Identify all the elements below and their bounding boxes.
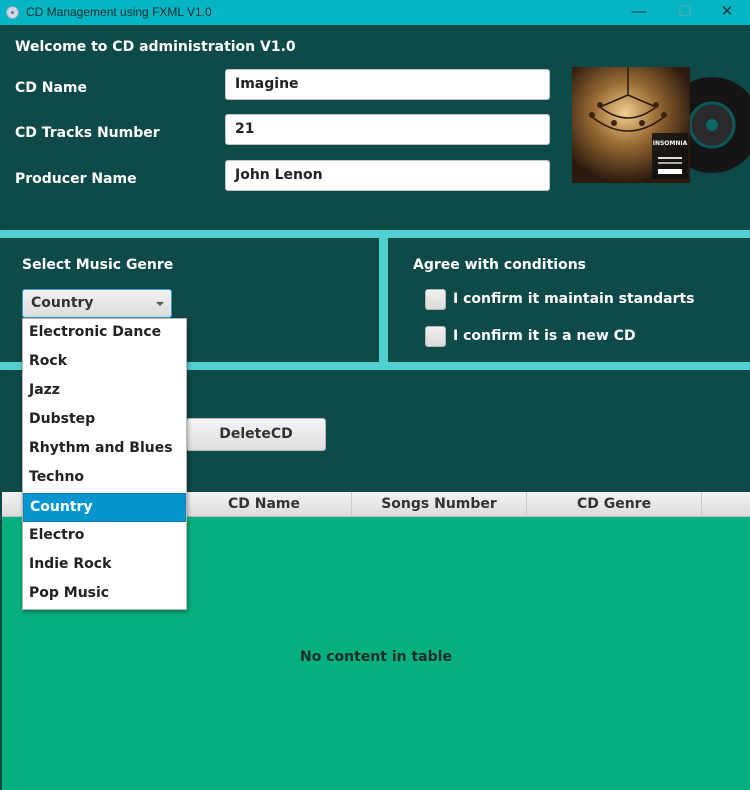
- genre-option[interactable]: Rhythm and Blues: [23, 435, 186, 464]
- producer-name-label: Producer Name: [15, 171, 137, 187]
- genre-combobox[interactable]: Country: [22, 289, 172, 318]
- conditions-label: Agree with conditions: [413, 257, 587, 273]
- genre-option[interactable]: Electro: [23, 522, 186, 551]
- window-title: CD Management using FXML V1.0: [26, 5, 212, 19]
- producer-name-field[interactable]: John Lenon: [225, 160, 550, 191]
- genre-dropdown-list[interactable]: Electronic Dance Rock Jazz Dubstep Rhyth…: [22, 318, 187, 610]
- form-heading: Welcome to CD administration V1.0: [15, 39, 296, 55]
- column-header-songs-number[interactable]: Songs Number: [352, 492, 527, 517]
- genre-option[interactable]: Techno: [23, 464, 186, 493]
- genre-label: Select Music Genre: [22, 257, 174, 273]
- column-header-cd-genre[interactable]: CD Genre: [527, 492, 702, 517]
- genre-option[interactable]: Indie Rock: [23, 551, 186, 580]
- svg-text:INSOMNIA: INSOMNIA: [653, 140, 688, 147]
- maintain-standards-checkbox[interactable]: [425, 289, 446, 310]
- maintain-standards-label: I confirm it maintain standarts: [453, 291, 695, 307]
- minimize-button[interactable]: —: [616, 0, 662, 25]
- tracks-number-label: CD Tracks Number: [15, 125, 160, 141]
- genre-option[interactable]: Pop Music: [23, 580, 186, 609]
- album-cover-image: INSOMNIA: [572, 67, 750, 183]
- title-bar: CD Management using FXML V1.0 — ☐ ✕: [0, 0, 750, 25]
- genre-option-selected[interactable]: Country: [23, 493, 186, 522]
- table-placeholder: No content in table: [300, 649, 452, 665]
- delete-cd-button[interactable]: DeleteCD: [186, 418, 326, 451]
- cd-app-icon: [6, 6, 19, 19]
- vertical-divider: [379, 238, 388, 362]
- dropdown-arrow-icon: [156, 302, 164, 306]
- new-cd-label: I confirm it is a new CD: [453, 328, 636, 344]
- tracks-number-field[interactable]: 21: [225, 114, 550, 145]
- genre-selected-value: Country: [31, 295, 94, 311]
- genre-option[interactable]: Rock: [23, 348, 186, 377]
- cd-name-field[interactable]: Imagine: [225, 69, 550, 100]
- genre-option[interactable]: Dubstep: [23, 406, 186, 435]
- genre-option[interactable]: Electronic Dance: [23, 319, 186, 348]
- maximize-button[interactable]: ☐: [662, 0, 708, 25]
- genre-option[interactable]: Jazz: [23, 377, 186, 406]
- close-button[interactable]: ✕: [704, 0, 750, 25]
- cd-name-label: CD Name: [15, 80, 88, 96]
- top-divider: [0, 230, 750, 238]
- column-header-cd-name[interactable]: CD Name: [177, 492, 352, 517]
- new-cd-checkbox[interactable]: [425, 326, 446, 347]
